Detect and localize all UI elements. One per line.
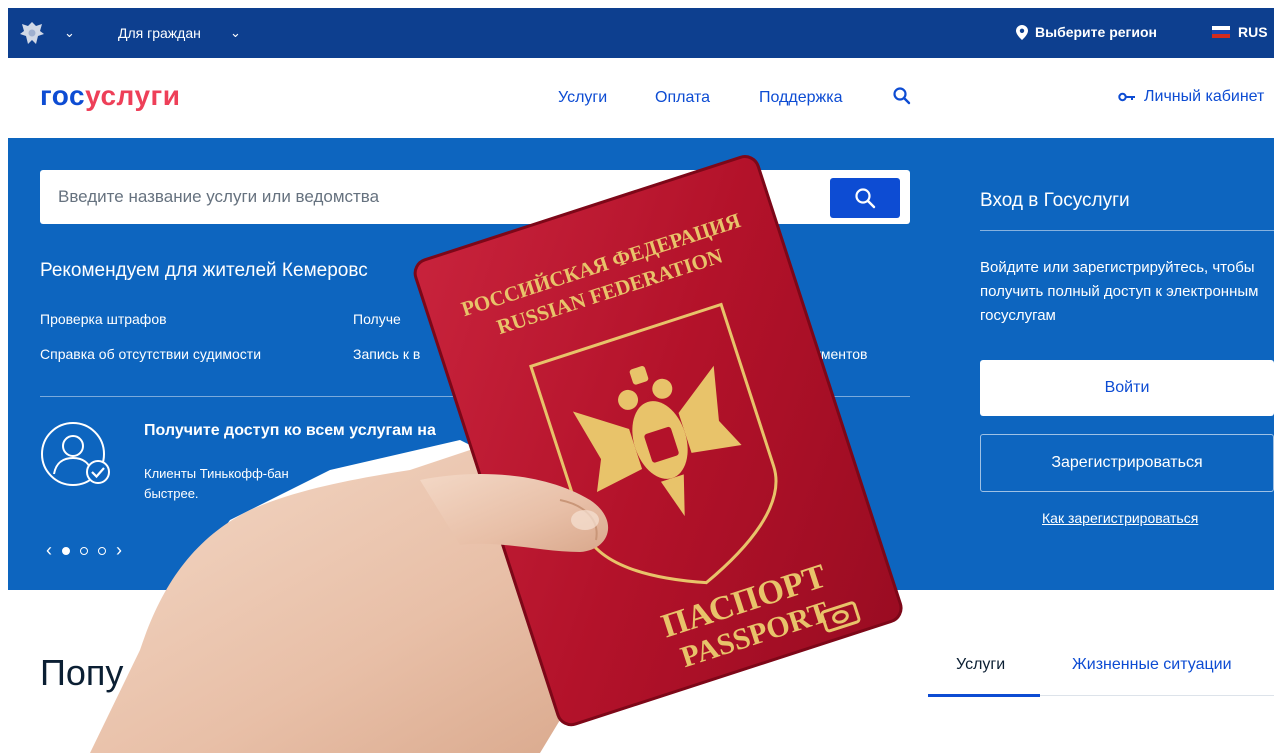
personal-cabinet-link[interactable]: Личный кабинет xyxy=(1118,88,1264,106)
tab-services[interactable]: Услуги xyxy=(956,656,1005,674)
logo-part-gos: гос xyxy=(40,80,86,111)
citizens-dropdown[interactable]: Для граждан xyxy=(118,25,201,41)
logo-part-uslugi: услуги xyxy=(85,80,181,111)
chevron-down-icon[interactable]: ⌄ xyxy=(64,25,75,41)
gosuslugi-logo[interactable]: госуслуги xyxy=(40,80,180,112)
language-selector[interactable]: RUS xyxy=(1212,24,1268,40)
nav-payment[interactable]: Оплата xyxy=(655,89,710,107)
divider xyxy=(40,396,910,397)
recommend-title: Рекомендуем для жителей Кемеровс xyxy=(40,260,368,281)
carousel-prev-icon[interactable]: ‹ xyxy=(46,540,52,561)
login-title: Вход в Госуслуги xyxy=(980,190,1130,211)
link-receive[interactable]: Получе xyxy=(353,311,401,327)
russia-flag-icon xyxy=(1212,26,1230,38)
tab-divider xyxy=(1040,695,1274,696)
region-selector[interactable]: Выберите регион xyxy=(1016,24,1157,40)
user-verified-icon xyxy=(41,422,110,486)
search-icon xyxy=(855,188,876,209)
link-no-criminal-record[interactable]: Справка об отсутствии судимости xyxy=(40,346,261,362)
hero-section: Рекомендуем для жителей Кемеровс Проверк… xyxy=(8,138,1274,590)
top-bar: ⌄ Для граждан ⌄ Выберите регион RUS xyxy=(8,8,1274,58)
biometric-chip-icon xyxy=(820,601,861,633)
promo-text-line-2: быстрее. xyxy=(144,486,199,501)
link-documents[interactable]: ументов xyxy=(814,346,867,362)
search-icon[interactable] xyxy=(892,86,912,106)
carousel-dot-3[interactable] xyxy=(98,546,106,555)
nav-services[interactable]: Услуги xyxy=(558,89,607,107)
link-appointment[interactable]: Запись к в xyxy=(353,346,420,362)
location-pin-icon xyxy=(1016,24,1028,40)
key-icon xyxy=(1118,92,1135,102)
register-button[interactable]: Зарегистрироваться xyxy=(980,434,1274,492)
active-tab-indicator xyxy=(928,694,1040,697)
search-button[interactable] xyxy=(830,178,900,218)
state-emblem-icon[interactable] xyxy=(18,20,46,46)
search-input[interactable] xyxy=(40,170,820,224)
login-divider xyxy=(980,230,1274,231)
login-button[interactable]: Войти xyxy=(980,360,1274,416)
tab-life-situations[interactable]: Жизненные ситуации xyxy=(1072,656,1232,674)
promo-title: Получите доступ ко всем услугам на xyxy=(144,422,436,439)
promo-text-line-1: Клиенты Тинькофф-бан xyxy=(144,466,289,481)
carousel-dot-1[interactable] xyxy=(62,546,70,555)
site-header: госуслуги Услуги Оплата Поддержка Личный… xyxy=(8,58,1274,138)
cabinet-label: Личный кабинет xyxy=(1144,88,1265,105)
chevron-down-icon[interactable]: ⌄ xyxy=(230,25,241,41)
login-description: Войдите или зарегистрируйтесь, чтобы пол… xyxy=(980,259,1259,324)
carousel-dot-2[interactable] xyxy=(80,546,88,555)
passport-line-4: PASSPORT xyxy=(677,595,833,674)
link-fines-check[interactable]: Проверка штрафов xyxy=(40,311,167,327)
search-box xyxy=(40,170,910,224)
carousel-next-icon[interactable]: › xyxy=(116,540,122,561)
how-to-register-link[interactable]: Как зарегистрироваться xyxy=(1042,510,1198,526)
nav-support[interactable]: Поддержка xyxy=(759,89,842,107)
language-label: RUS xyxy=(1238,24,1268,40)
promo-text: Клиенты Тинькофф-бан быстрее. xyxy=(144,464,444,504)
carousel-controls: ‹ › xyxy=(46,540,122,561)
popular-title: Попу xyxy=(40,652,124,693)
region-label: Выберите регион xyxy=(1035,24,1157,40)
